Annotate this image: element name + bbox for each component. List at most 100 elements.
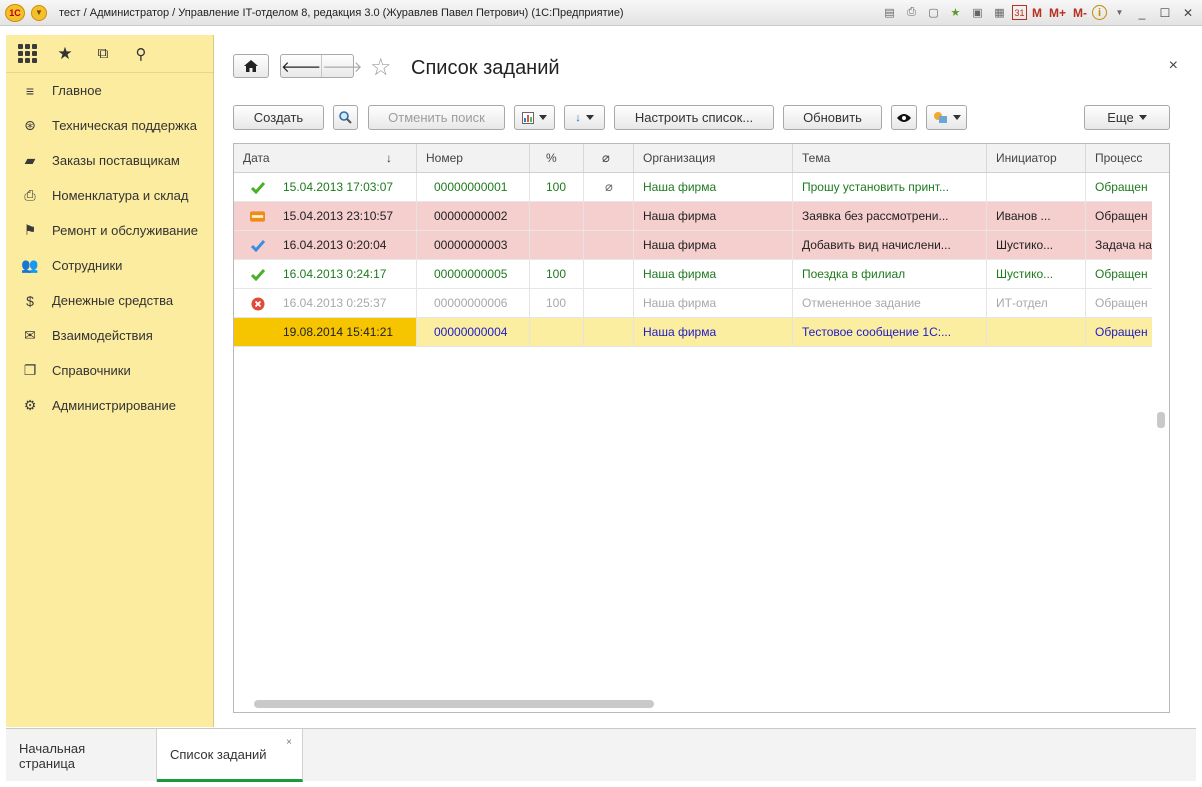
favorites-icon[interactable]: ★ — [946, 3, 965, 22]
sidebar-item-interactions[interactable]: ✉ Взаимодействия — [6, 318, 213, 353]
printer-icon: ⎙ — [24, 187, 36, 203]
history-icon[interactable]: ⧉ — [92, 43, 114, 65]
cell-topic: Прошу установить принт... — [793, 173, 987, 201]
cell-attach: ⌀ — [584, 173, 634, 201]
shapes-icon — [933, 112, 947, 123]
tab-home-page[interactable]: Начальная страница — [6, 729, 157, 782]
maximize-button[interactable]: ☐ — [1155, 4, 1175, 22]
cell-org: Наша фирма — [634, 231, 793, 259]
cell-number: 00000000002 — [417, 202, 530, 230]
column-organization[interactable]: Организация — [634, 144, 793, 172]
cell-date: 16.04.2013 0:20:04 — [234, 231, 417, 259]
history-icon[interactable]: ▣ — [968, 3, 987, 22]
cell-topic: Поездка в филиал — [793, 260, 987, 288]
window-title: тест / Администратор / Управление IT-отд… — [59, 6, 624, 19]
lifebuoy-icon: ⊛ — [24, 117, 36, 133]
title-tools: ▤ ⎙ ▢ ★ ▣ ▦ 31 M M+ M- i ▼ _ ☐ ✕ — [880, 3, 1198, 22]
column-attachment[interactable]: ⌀ — [584, 144, 634, 172]
save-icon[interactable]: ▤ — [880, 3, 899, 22]
cell-attach — [584, 202, 634, 230]
sidebar-item-references[interactable]: ❐ Справочники — [6, 353, 213, 388]
paperclip-icon[interactable]: ⌀ — [605, 179, 613, 194]
info-dropdown-icon[interactable]: ▼ — [1110, 3, 1129, 22]
vertical-scroll-thumb[interactable] — [1157, 412, 1165, 428]
column-topic[interactable]: Тема — [793, 144, 987, 172]
title-bar: 1С ▼ тест / Администратор / Управление I… — [0, 0, 1202, 26]
vertical-scrollbar[interactable] — [1152, 173, 1169, 712]
configure-list-button[interactable]: Настроить список... — [614, 105, 774, 130]
app-logo[interactable]: 1С — [5, 3, 25, 22]
main-menu-icon[interactable]: ▼ — [31, 4, 47, 21]
books-icon: ❐ — [23, 362, 37, 378]
money-bag-icon: $ — [26, 292, 34, 309]
table-row[interactable]: 16.04.2013 0:25:37 00000000006 100 Наша фир… — [234, 289, 1153, 318]
all-functions-icon[interactable] — [16, 43, 38, 65]
close-window-button[interactable]: ✕ — [1178, 4, 1198, 22]
column-number[interactable]: Номер — [417, 144, 530, 172]
create-button[interactable]: Создать — [233, 105, 324, 130]
forward-arrow-icon[interactable]: 🡒 — [321, 55, 362, 77]
cell-attach — [584, 318, 634, 346]
favorites-star-icon[interactable]: ★ — [54, 43, 76, 65]
table-row[interactable]: 16.04.2013 0:24:17 00000000005 100 Наша фир… — [234, 260, 1153, 289]
memory-button[interactable]: M — [1030, 3, 1044, 22]
sidebar-item-label: Сотрудники — [52, 258, 123, 273]
sidebar-item-repair[interactable]: ⚑ Ремонт и обслуживание — [6, 213, 213, 248]
open-windows-bar: Начальная страница Список заданий × — [6, 728, 1196, 782]
column-process[interactable]: Процесс — [1086, 144, 1166, 172]
navigation-arrows: 🡐 🡒 — [280, 54, 362, 78]
refresh-button[interactable]: Обновить — [783, 105, 882, 130]
sidebar-item-nomenclature[interactable]: ⎙ Номенклатура и склад — [6, 178, 213, 213]
column-date[interactable]: Дата ↓ — [234, 144, 417, 172]
cell-org: Наша фирма — [634, 289, 793, 317]
cell-topic: Тестовое сообщение 1С:... — [793, 318, 987, 346]
tab-close-icon[interactable]: × — [286, 737, 292, 748]
mark-dropdown-button[interactable] — [926, 105, 967, 130]
tab-task-list[interactable]: Список заданий × — [157, 729, 303, 782]
table-header: Дата ↓ Номер % ⌀ Организация Тема Инициат… — [234, 144, 1169, 173]
sidebar-item-money[interactable]: $ Денежные средства — [6, 283, 213, 318]
horizontal-scroll-thumb[interactable] — [254, 700, 654, 708]
memory-minus-button[interactable]: M- — [1071, 3, 1089, 22]
more-button[interactable]: Еще — [1084, 105, 1170, 130]
home-button[interactable] — [233, 54, 269, 78]
preview-icon[interactable]: ▢ — [924, 3, 943, 22]
table-row[interactable]: 16.04.2013 0:20:04 00000000003 Наша фирма Д… — [234, 231, 1153, 260]
search-button[interactable] — [333, 105, 358, 130]
tasks-table[interactable]: Дата ↓ Номер % ⌀ Организация Тема Инициат… — [233, 143, 1170, 713]
sidebar-item-employees[interactable]: 👥 Сотрудники — [6, 248, 213, 283]
sidebar-item-support[interactable]: ⊛ Техническая поддержка — [6, 108, 213, 143]
calendar-icon[interactable]: 31 — [1011, 5, 1027, 20]
table-row[interactable]: 15.04.2013 23:10:57 00000000002 Наша фирма… — [234, 202, 1153, 231]
sidebar-item-label: Техническая поддержка — [52, 118, 197, 133]
view-button[interactable] — [891, 105, 917, 130]
cell-percent — [530, 318, 584, 346]
memory-plus-button[interactable]: M+ — [1047, 3, 1068, 22]
table-row[interactable]: 19.08.2014 15:41:21 00000000004 Наша фирма… — [234, 318, 1153, 347]
column-percent[interactable]: % — [530, 144, 584, 172]
sort-dropdown-button[interactable]: ↓ — [564, 105, 605, 130]
cell-process: Обращен — [1086, 260, 1153, 288]
calc-icon[interactable]: ▦ — [990, 3, 1009, 22]
sidebar-item-administration[interactable]: ⚙ Администрирование — [6, 388, 213, 423]
sidebar-item-label: Взаимодействия — [52, 328, 153, 343]
sidebar-item-main[interactable]: ≡ Главное — [6, 73, 213, 108]
back-arrow-icon[interactable]: 🡐 — [281, 55, 321, 77]
print-icon[interactable]: ⎙ — [902, 3, 921, 22]
report-dropdown-button[interactable] — [514, 105, 555, 130]
column-initiator[interactable]: Инициатор — [987, 144, 1086, 172]
table-row[interactable]: 15.04.2013 17:03:07 00000000001 100 ⌀ Наша ф… — [234, 173, 1153, 202]
info-icon[interactable]: i — [1092, 5, 1107, 20]
cell-number: 00000000003 — [417, 231, 530, 259]
sort-indicator-icon: ↓ — [386, 151, 392, 165]
sidebar-item-orders[interactable]: ▰ Заказы поставщикам — [6, 143, 213, 178]
add-to-favorites-icon[interactable]: ☆ — [370, 53, 392, 82]
cell-number: 00000000005 — [417, 260, 530, 288]
cell-date: 16.04.2013 0:24:17 — [234, 260, 417, 288]
cell-number: 00000000001 — [417, 173, 530, 201]
close-form-icon[interactable]: × — [1169, 57, 1178, 75]
search-icon[interactable]: ⚲ — [130, 43, 152, 65]
cancel-search-button[interactable]: Отменить поиск — [368, 105, 505, 130]
minimize-button[interactable]: _ — [1132, 4, 1152, 22]
cell-percent: 100 — [530, 260, 584, 288]
